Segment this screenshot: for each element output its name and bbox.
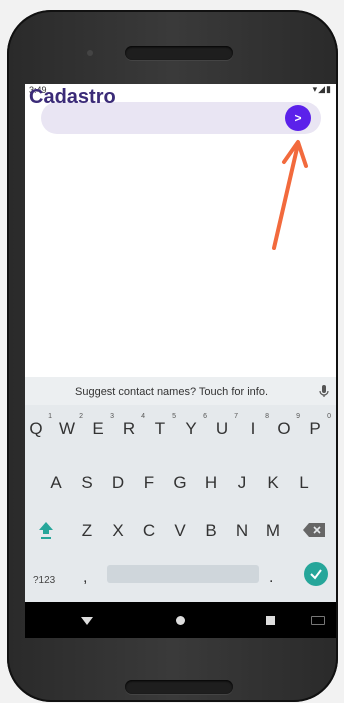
key-t[interactable]: T5 xyxy=(147,413,176,439)
key-p[interactable]: P0 xyxy=(302,413,331,439)
key-o[interactable]: O9 xyxy=(271,413,300,439)
keyboard-switch-icon[interactable] xyxy=(311,616,325,625)
navigation-bar xyxy=(25,602,336,638)
key-s[interactable]: S xyxy=(74,473,100,493)
key-u[interactable]: U7 xyxy=(209,413,238,439)
key-z[interactable]: Z xyxy=(74,521,100,541)
key-x[interactable]: X xyxy=(105,521,131,541)
backspace-icon[interactable] xyxy=(303,523,325,537)
done-button[interactable] xyxy=(304,562,328,586)
shift-icon[interactable] xyxy=(37,520,55,540)
key-b[interactable]: B xyxy=(198,521,224,541)
check-icon xyxy=(310,569,322,580)
key-hint-number: 2 xyxy=(79,413,83,420)
key-hint-number: 7 xyxy=(234,413,238,420)
key-hint-number: 6 xyxy=(203,413,207,420)
key-hint-number: 4 xyxy=(141,413,145,420)
key-e[interactable]: E3 xyxy=(85,413,114,439)
key-hint-number: 0 xyxy=(327,413,331,420)
back-icon[interactable] xyxy=(81,617,93,625)
key-y[interactable]: Y6 xyxy=(178,413,207,439)
space-bar[interactable] xyxy=(107,565,259,583)
soft-keyboard: Suggest contact names? Touch for info. ?… xyxy=(25,377,336,602)
recents-icon[interactable] xyxy=(266,616,275,625)
key-hint-number: 5 xyxy=(172,413,176,420)
app-title: Cadastro xyxy=(29,86,116,108)
key-k[interactable]: K xyxy=(260,473,286,493)
key-d[interactable]: D xyxy=(105,473,131,493)
key-c[interactable]: C xyxy=(136,521,162,541)
key-w[interactable]: W2 xyxy=(54,413,83,439)
key-h[interactable]: H xyxy=(198,473,224,493)
key-hint-number: 3 xyxy=(110,413,114,420)
earpiece-speaker xyxy=(125,46,233,60)
key-a[interactable]: A xyxy=(43,473,69,493)
front-camera xyxy=(87,50,93,56)
key-v[interactable]: V xyxy=(167,521,193,541)
key-r[interactable]: R4 xyxy=(116,413,145,439)
symbols-key[interactable]: ?123 xyxy=(33,575,55,586)
key-j[interactable]: J xyxy=(229,473,255,493)
key-i[interactable]: I8 xyxy=(240,413,269,439)
key-l[interactable]: L xyxy=(291,473,317,493)
key-m[interactable]: M xyxy=(260,521,286,541)
key-q[interactable]: Q1 xyxy=(25,413,52,439)
key-hint-number: 8 xyxy=(265,413,269,420)
suggestion-bar[interactable]: Suggest contact names? Touch for info. xyxy=(25,377,336,405)
key-f[interactable]: F xyxy=(136,473,162,493)
mic-icon[interactable] xyxy=(316,383,332,399)
bottom-speaker xyxy=(125,680,233,694)
send-button[interactable]: > xyxy=(285,105,311,131)
comma-key[interactable]: , xyxy=(83,569,87,587)
suggestion-text[interactable]: Suggest contact names? Touch for info. xyxy=(75,386,268,398)
key-g[interactable]: G xyxy=(167,473,193,493)
status-icons: ▾◢▮ xyxy=(312,84,332,94)
period-key[interactable]: . xyxy=(269,569,273,587)
key-n[interactable]: N xyxy=(229,521,255,541)
key-hint-number: 1 xyxy=(48,413,52,420)
annotation-arrow-icon xyxy=(272,140,308,250)
home-icon[interactable] xyxy=(176,616,185,625)
key-hint-number: 9 xyxy=(296,413,300,420)
